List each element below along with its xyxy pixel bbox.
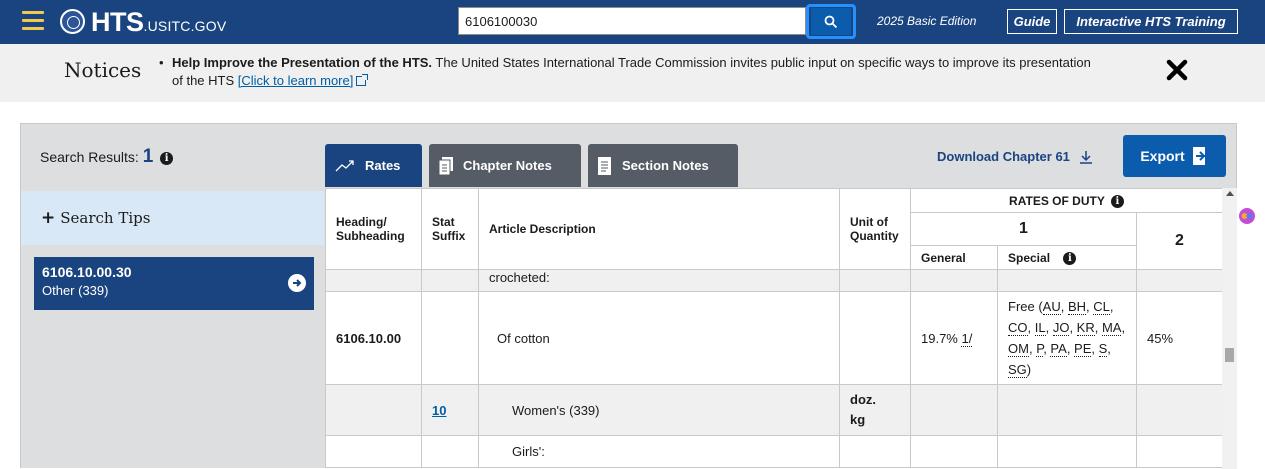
- program-code[interactable]: PE: [1074, 341, 1092, 357]
- program-code[interactable]: BH: [1067, 299, 1087, 315]
- program-code[interactable]: PA: [1050, 341, 1067, 357]
- notice-bold-text: Help Improve the Presentation of the HTS…: [172, 55, 433, 70]
- result-desc: Other (339): [42, 283, 109, 298]
- plus-icon: +: [41, 208, 56, 228]
- close-icon[interactable]: [1166, 58, 1188, 82]
- special-rate: Free (AU, BH, CL, CO, IL, JO, KR, MA, OM…: [997, 291, 1137, 385]
- menu-icon[interactable]: [22, 11, 44, 31]
- rates-table-container: Heading/ Subheading Stat Suffix Article …: [325, 188, 1222, 469]
- article-desc: crocheted:: [478, 269, 840, 292]
- learn-more-link[interactable]: [Click to learn more]: [238, 73, 354, 88]
- footnote-link[interactable]: 1/: [961, 330, 973, 347]
- program-code[interactable]: P: [1036, 341, 1044, 357]
- rates-table: Heading/ Subheading Stat Suffix Article …: [325, 188, 1222, 468]
- notice-text-line2: of the HTS: [172, 73, 238, 88]
- download-icon: [1079, 150, 1092, 164]
- program-code[interactable]: OM: [1008, 341, 1029, 357]
- program-code[interactable]: CO: [1008, 320, 1028, 336]
- site-logo[interactable]: HTS.USITC.GOV: [91, 7, 226, 38]
- article-desc: Women's (339): [478, 384, 840, 436]
- info-icon[interactable]: i: [1110, 194, 1124, 208]
- program-code[interactable]: SG: [1008, 362, 1027, 378]
- search-results-label: Search Results: 1 i: [40, 146, 174, 168]
- program-code[interactable]: MA: [1101, 320, 1122, 336]
- col-header-heading: Heading/ Subheading: [325, 188, 422, 270]
- export-button[interactable]: Export: [1123, 135, 1226, 177]
- table-scrollbar[interactable]: [1222, 188, 1237, 469]
- col-header-unit: Unit of Quantity: [839, 188, 911, 270]
- stat-suffix-link[interactable]: 10: [432, 403, 446, 418]
- program-code[interactable]: CL: [1093, 299, 1110, 315]
- col-header-special: Special i: [997, 245, 1137, 270]
- tab-chapter-notes[interactable]: Chapter Notes: [429, 144, 581, 187]
- table-row: 6106.10.00 Of cotton 19.7% 1/ Free (AU, …: [325, 291, 1222, 385]
- program-code[interactable]: IL: [1034, 320, 1046, 336]
- col-header-1: 1: [910, 212, 1137, 246]
- program-code[interactable]: JO: [1052, 320, 1070, 336]
- col2-rate: 45%: [1135, 291, 1222, 385]
- col-header-article: Article Description: [478, 188, 840, 270]
- table-row: crocheted:: [325, 269, 1222, 292]
- col-header-stat: Stat Suffix: [421, 188, 479, 270]
- notices-banner: Notices • Help Improve the Presentation o…: [0, 44, 1265, 102]
- arrow-right-icon[interactable]: [288, 274, 306, 292]
- guide-button[interactable]: Guide: [1007, 9, 1057, 34]
- training-button[interactable]: Interactive HTS Training: [1064, 9, 1238, 34]
- info-icon[interactable]: i: [1063, 251, 1077, 265]
- tab-rates[interactable]: Rates: [325, 144, 422, 187]
- results-count: 1: [142, 146, 154, 167]
- col-header-2: 2: [1135, 212, 1222, 270]
- search-icon: [824, 15, 838, 28]
- export-icon: [1192, 147, 1207, 165]
- tab-section-notes[interactable]: Section Notes: [588, 144, 738, 187]
- program-code[interactable]: S: [1098, 341, 1108, 357]
- external-link-icon: [356, 74, 369, 86]
- search-button[interactable]: [806, 4, 856, 39]
- unit-cell: doz. kg: [839, 384, 911, 436]
- search-input[interactable]: [458, 7, 806, 35]
- program-code[interactable]: AU: [1042, 299, 1061, 315]
- edition-label: 2025 Basic Edition: [877, 14, 977, 28]
- result-code: 6106.10.00.30: [42, 264, 132, 280]
- scroll-thumb[interactable]: [1225, 348, 1234, 362]
- info-icon[interactable]: i: [160, 152, 174, 165]
- search-tips-toggle[interactable]: + Search Tips: [21, 191, 324, 245]
- scroll-up-icon[interactable]: [1226, 191, 1234, 196]
- result-item[interactable]: 6106.10.00.30 Other (339): [34, 257, 314, 310]
- results-panel: Search Results: 1 i Rates Chapter Notes: [20, 123, 1237, 469]
- browser-extension-icon[interactable]: [1238, 207, 1256, 225]
- general-rate: 19.7% 1/: [910, 291, 998, 385]
- trend-chart-icon: [335, 159, 354, 171]
- top-header: HTS.USITC.GOV 2025 Basic Edition Guide I…: [0, 0, 1265, 44]
- table-row: Girls':: [325, 435, 1222, 468]
- document-icon: [598, 156, 611, 175]
- program-code[interactable]: KR: [1076, 320, 1095, 336]
- heading-cell: 6106.10.00: [325, 291, 422, 385]
- table-row: 10 Women's (339) doz. kg: [325, 384, 1222, 436]
- seal-icon: [60, 9, 85, 34]
- col-header-general: General: [910, 245, 998, 270]
- notice-text-line1: The United States International Trade Co…: [432, 55, 1091, 70]
- article-desc: Of cotton: [478, 291, 840, 385]
- notice-item: • Help Improve the Presentation of the HT…: [159, 55, 1091, 88]
- download-chapter-link[interactable]: Download Chapter 61: [937, 149, 1094, 164]
- article-desc: Girls':: [478, 435, 840, 468]
- col-header-rates: RATES OF DUTY i: [909, 188, 1222, 213]
- notices-title: Notices: [64, 58, 142, 82]
- document-icon: [439, 156, 453, 175]
